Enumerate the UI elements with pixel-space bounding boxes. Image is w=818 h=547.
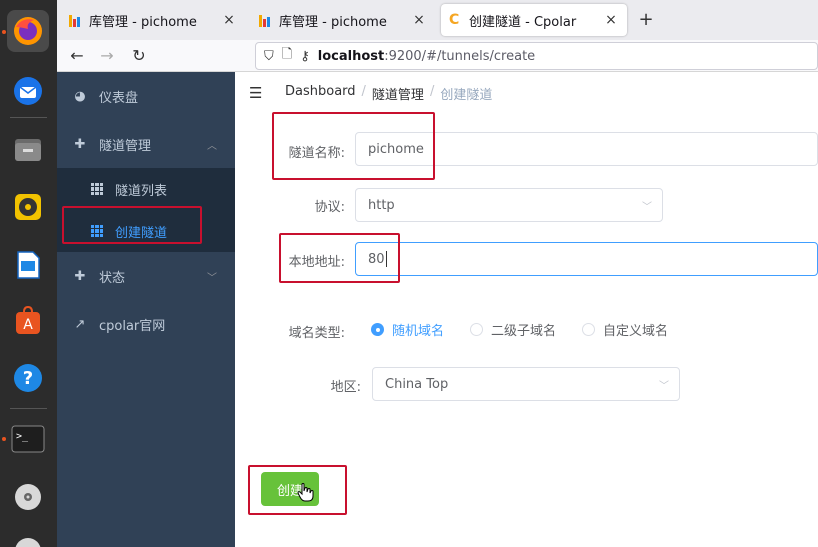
- tunnel-name-value: pichome: [368, 141, 424, 157]
- protocol-value: http: [368, 197, 395, 213]
- svg-text:A: A: [23, 317, 33, 333]
- firefox-icon[interactable]: [7, 10, 49, 52]
- sidebar-item-label: 创建隧道: [115, 225, 168, 241]
- radio-label: 随机域名: [392, 324, 445, 339]
- tunnel-name-input[interactable]: pichome: [355, 132, 818, 166]
- domain-type-label: 域名类型:: [288, 326, 345, 341]
- status-icon: ✚: [74, 268, 86, 284]
- tab-pichome-1[interactable]: 库管理 - pichome ×: [61, 4, 245, 36]
- tunnel-submenu: 隧道列表 创建隧道: [57, 168, 235, 252]
- sidebar-item-label: 隧道管理: [99, 138, 152, 154]
- local-address-input[interactable]: 80: [355, 242, 818, 276]
- dvd-drive-icon[interactable]: [7, 476, 49, 518]
- writer-icon[interactable]: [7, 244, 49, 286]
- help-icon[interactable]: ?: [7, 357, 49, 399]
- protocol-label: 协议:: [314, 200, 345, 215]
- breadcrumb-current: 创建隧道: [440, 87, 493, 103]
- dashboard-icon: ◕: [74, 88, 86, 104]
- chevron-down-icon: ﹀: [207, 272, 217, 284]
- url-path: :9200/#/tunnels/create: [384, 48, 536, 64]
- radio-unchecked-icon: [470, 323, 484, 336]
- local-address-value: 80: [368, 251, 385, 267]
- domain-type-radio-group: 随机域名 二级子域名 自定义域名: [371, 320, 668, 339]
- region-value: China Top: [385, 376, 449, 392]
- radio-unchecked-icon: [582, 323, 596, 336]
- browser-tab-bar: 库管理 - pichome × 库管理 - pichome × C 创建隧道 -…: [57, 0, 818, 40]
- radio-label: 自定义域名: [603, 324, 669, 339]
- url-bar[interactable]: ⛉ 🗋 ⚷ localhost:9200/#/tunnels/create: [255, 42, 818, 70]
- region-select[interactable]: China Top ﹀: [372, 367, 680, 401]
- key-icon[interactable]: ⚷: [300, 49, 310, 64]
- files-icon[interactable]: [7, 128, 49, 170]
- chevron-down-icon: ﹀: [642, 201, 652, 213]
- disk-icon[interactable]: [7, 530, 49, 547]
- chevron-up-icon: ︿: [207, 140, 217, 152]
- shield-icon[interactable]: ⛉: [264, 49, 274, 64]
- chevron-down-icon: ﹀: [659, 380, 669, 392]
- sidebar-item-cpolar-website[interactable]: ↗ cpolar官网: [57, 300, 235, 348]
- protocol-select[interactable]: http ﹀: [355, 188, 663, 222]
- browser-nav-bar: ← → ↻ ⛉ 🗋 ⚷ localhost:9200/#/tunnels/cre…: [57, 40, 818, 72]
- app-center-icon[interactable]: A: [7, 300, 49, 342]
- tab-title: 库管理 - pichome: [279, 14, 387, 30]
- thunderbird-icon[interactable]: [7, 70, 49, 112]
- new-tab-button[interactable]: +: [634, 8, 658, 32]
- cpolar-favicon-icon: C: [449, 12, 460, 28]
- tab-close-icon[interactable]: ×: [603, 12, 619, 28]
- breadcrumb-tunnel-management[interactable]: 隧道管理: [372, 84, 424, 103]
- radio-label: 二级子域名: [491, 324, 557, 339]
- breadcrumb: Dashboard / 隧道管理 / 创建隧道: [285, 84, 492, 103]
- sidebar-item-label: 状态: [99, 270, 126, 286]
- local-address-label: 本地地址:: [288, 255, 345, 270]
- back-button[interactable]: ←: [65, 44, 89, 68]
- ubuntu-dock: A ? >_: [0, 0, 57, 547]
- radio-subdomain[interactable]: 二级子域名: [470, 320, 556, 339]
- page-icon[interactable]: 🗋: [282, 45, 292, 67]
- rhythmbox-icon[interactable]: [7, 186, 49, 228]
- hamburger-icon[interactable]: ☰: [249, 84, 265, 102]
- grid-icon: [91, 225, 103, 237]
- tab-close-icon[interactable]: ×: [411, 12, 427, 28]
- svg-text:>_: >_: [16, 431, 29, 442]
- tab-close-icon[interactable]: ×: [221, 12, 237, 28]
- hand-cursor-icon: [297, 483, 314, 502]
- url-host: localhost: [317, 48, 385, 64]
- breadcrumb-separator: /: [429, 83, 435, 99]
- breadcrumb-separator: /: [361, 83, 366, 99]
- sidebar-item-tunnel-list[interactable]: 隧道列表: [57, 168, 235, 210]
- tab-pichome-2[interactable]: 库管理 - pichome ×: [251, 4, 435, 36]
- tab-cpolar-create[interactable]: C 创建隧道 - Cpolar ×: [441, 4, 627, 36]
- sidebar-item-dashboard[interactable]: ◕ 仪表盘: [57, 72, 235, 120]
- radio-random-domain[interactable]: 随机域名: [371, 320, 444, 339]
- svg-text:?: ?: [23, 368, 33, 389]
- pichome-favicon-icon: [69, 13, 83, 27]
- tab-title: 创建隧道 - Cpolar: [469, 14, 577, 30]
- pichome-favicon-icon: [259, 13, 273, 27]
- terminal-icon[interactable]: >_: [7, 418, 49, 460]
- sidebar-item-status[interactable]: ✚ 状态 ﹀: [57, 252, 235, 300]
- forward-button[interactable]: →: [95, 44, 119, 68]
- breadcrumb-dashboard[interactable]: Dashboard: [285, 84, 356, 103]
- external-link-icon: ↗: [74, 316, 86, 332]
- sidebar-item-label: 仪表盘: [99, 90, 139, 106]
- tunnel-name-label: 隧道名称:: [288, 146, 345, 161]
- sidebar-item-tunnel-management[interactable]: ✚ 隧道管理 ︿: [57, 120, 235, 168]
- top-bar: ☰ Dashboard / 隧道管理 / 创建隧道: [235, 72, 818, 114]
- reload-button[interactable]: ↻: [127, 44, 151, 68]
- main-content: ☰ Dashboard / 隧道管理 / 创建隧道 隧道名称: pichome …: [235, 72, 818, 547]
- sidebar-item-create-tunnel[interactable]: 创建隧道: [57, 210, 235, 252]
- tab-title: 库管理 - pichome: [89, 14, 197, 30]
- app-sidebar: ◕ 仪表盘 ✚ 隧道管理 ︿ 隧道列表 创建隧道 ✚ 状态 ﹀ ↗ cpolar…: [57, 72, 235, 547]
- sidebar-item-label: cpolar官网: [99, 318, 166, 334]
- grid-icon: [91, 183, 103, 195]
- region-label: 地区:: [330, 380, 361, 395]
- text-caret: [385, 251, 387, 267]
- sidebar-item-label: 隧道列表: [115, 183, 168, 199]
- radio-custom-domain[interactable]: 自定义域名: [582, 320, 668, 339]
- tunnel-icon: ✚: [74, 136, 86, 152]
- radio-checked-icon: [371, 323, 384, 336]
